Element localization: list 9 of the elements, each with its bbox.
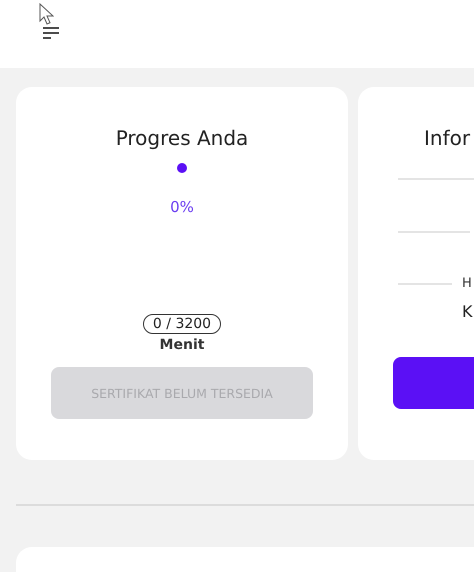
minutes-count: 0 / 3200 bbox=[142, 314, 222, 334]
menu-icon[interactable] bbox=[42, 26, 60, 40]
minutes-label: Menit bbox=[160, 337, 204, 353]
info-value: K bbox=[462, 302, 472, 321]
card-title: Progres Anda bbox=[116, 125, 248, 151]
progress-percent: 0% bbox=[169, 197, 195, 217]
cursor-icon bbox=[39, 3, 54, 25]
info-label: H bbox=[462, 277, 472, 291]
card-title: Infor bbox=[424, 125, 470, 151]
